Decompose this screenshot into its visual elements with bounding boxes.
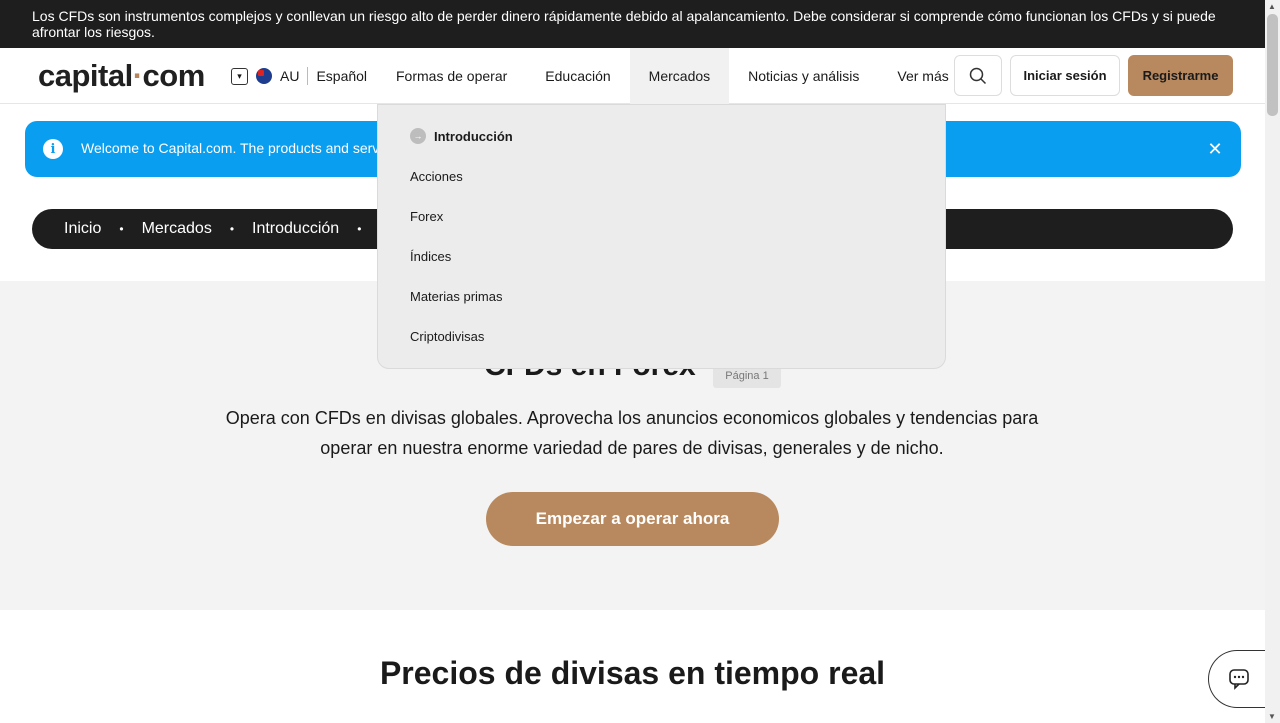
- breadcrumb-item-mercados[interactable]: Mercados: [142, 220, 212, 238]
- risk-warning-bar: Los CFDs son instrumentos complejos y co…: [0, 0, 1265, 48]
- site-header: capital·com ▾ AU Español Formas de opera…: [0, 48, 1265, 104]
- menu-item-introduccion[interactable]: → Introducción: [410, 128, 513, 144]
- region-language-selector[interactable]: ▾ AU Español: [231, 66, 367, 86]
- section-title: Precios de divisas en tiempo real: [379, 655, 886, 691]
- menu-item-materias-primas[interactable]: Materias primas: [410, 289, 502, 304]
- chat-widget-button[interactable]: [1208, 650, 1265, 708]
- scrollbar-thumb[interactable]: [1267, 14, 1278, 116]
- search-icon: [969, 67, 987, 84]
- chevron-down-icon: ▾: [231, 67, 248, 85]
- page-viewport: Los CFDs son instrumentos complejos y co…: [0, 0, 1265, 723]
- welcome-message: Welcome to Capital.com. The products and…: [81, 140, 381, 156]
- menu-item-indices[interactable]: Índices: [410, 249, 451, 264]
- logo-text-left: capital: [38, 58, 133, 93]
- menu-item-label: Introducción: [434, 128, 513, 144]
- nav-item-mercados[interactable]: Mercados: [629, 48, 730, 104]
- breadcrumb-separator: •: [119, 222, 124, 236]
- signup-button[interactable]: Registrarme: [1128, 55, 1233, 96]
- vertical-scrollbar[interactable]: ▲ ▼: [1265, 0, 1280, 723]
- divider: [307, 67, 309, 85]
- logo[interactable]: capital·com: [38, 58, 205, 94]
- breadcrumb-item-introduccion[interactable]: Introducción: [252, 220, 339, 238]
- info-icon: i: [43, 139, 63, 159]
- menu-item-acciones[interactable]: Acciones: [410, 169, 463, 184]
- breadcrumb-separator: •: [229, 222, 235, 236]
- scroll-down-icon[interactable]: ▼: [1268, 712, 1276, 721]
- login-button[interactable]: Iniciar sesión: [1010, 55, 1120, 96]
- hero-description: Opera con CFDs en divisas globales. Apro…: [225, 408, 1039, 458]
- breadcrumb-separator: •: [357, 222, 362, 236]
- main-nav: Formas de operar Educación Mercados Noti…: [377, 48, 968, 104]
- chat-icon: [1228, 669, 1249, 690]
- language-label: Español: [316, 68, 368, 84]
- region-code: AU: [280, 68, 300, 84]
- close-icon[interactable]: ✕: [1203, 137, 1227, 161]
- nav-item-formas-de-operar[interactable]: Formas de operar: [377, 48, 526, 104]
- breadcrumb-item-inicio[interactable]: Inicio: [64, 220, 101, 238]
- start-trading-button[interactable]: Empezar a operar ahora: [486, 492, 779, 546]
- nav-item-noticias[interactable]: Noticias y análisis: [729, 48, 878, 104]
- markets-dropdown-menu: → Introducción Acciones Forex Índices Ma…: [377, 104, 946, 369]
- menu-item-forex[interactable]: Forex: [410, 209, 443, 224]
- scroll-up-icon[interactable]: ▲: [1268, 2, 1276, 11]
- nav-item-educacion[interactable]: Educación: [526, 48, 629, 104]
- logo-text-right: com: [142, 58, 206, 93]
- australia-flag-icon: [256, 68, 272, 84]
- arrow-right-icon: →: [410, 128, 426, 144]
- risk-warning-text: Los CFDs son instrumentos complejos y co…: [32, 8, 1216, 40]
- search-button[interactable]: [954, 55, 1002, 96]
- logo-dot: ·: [132, 58, 143, 93]
- menu-item-criptodivisas[interactable]: Criptodivisas: [410, 329, 484, 344]
